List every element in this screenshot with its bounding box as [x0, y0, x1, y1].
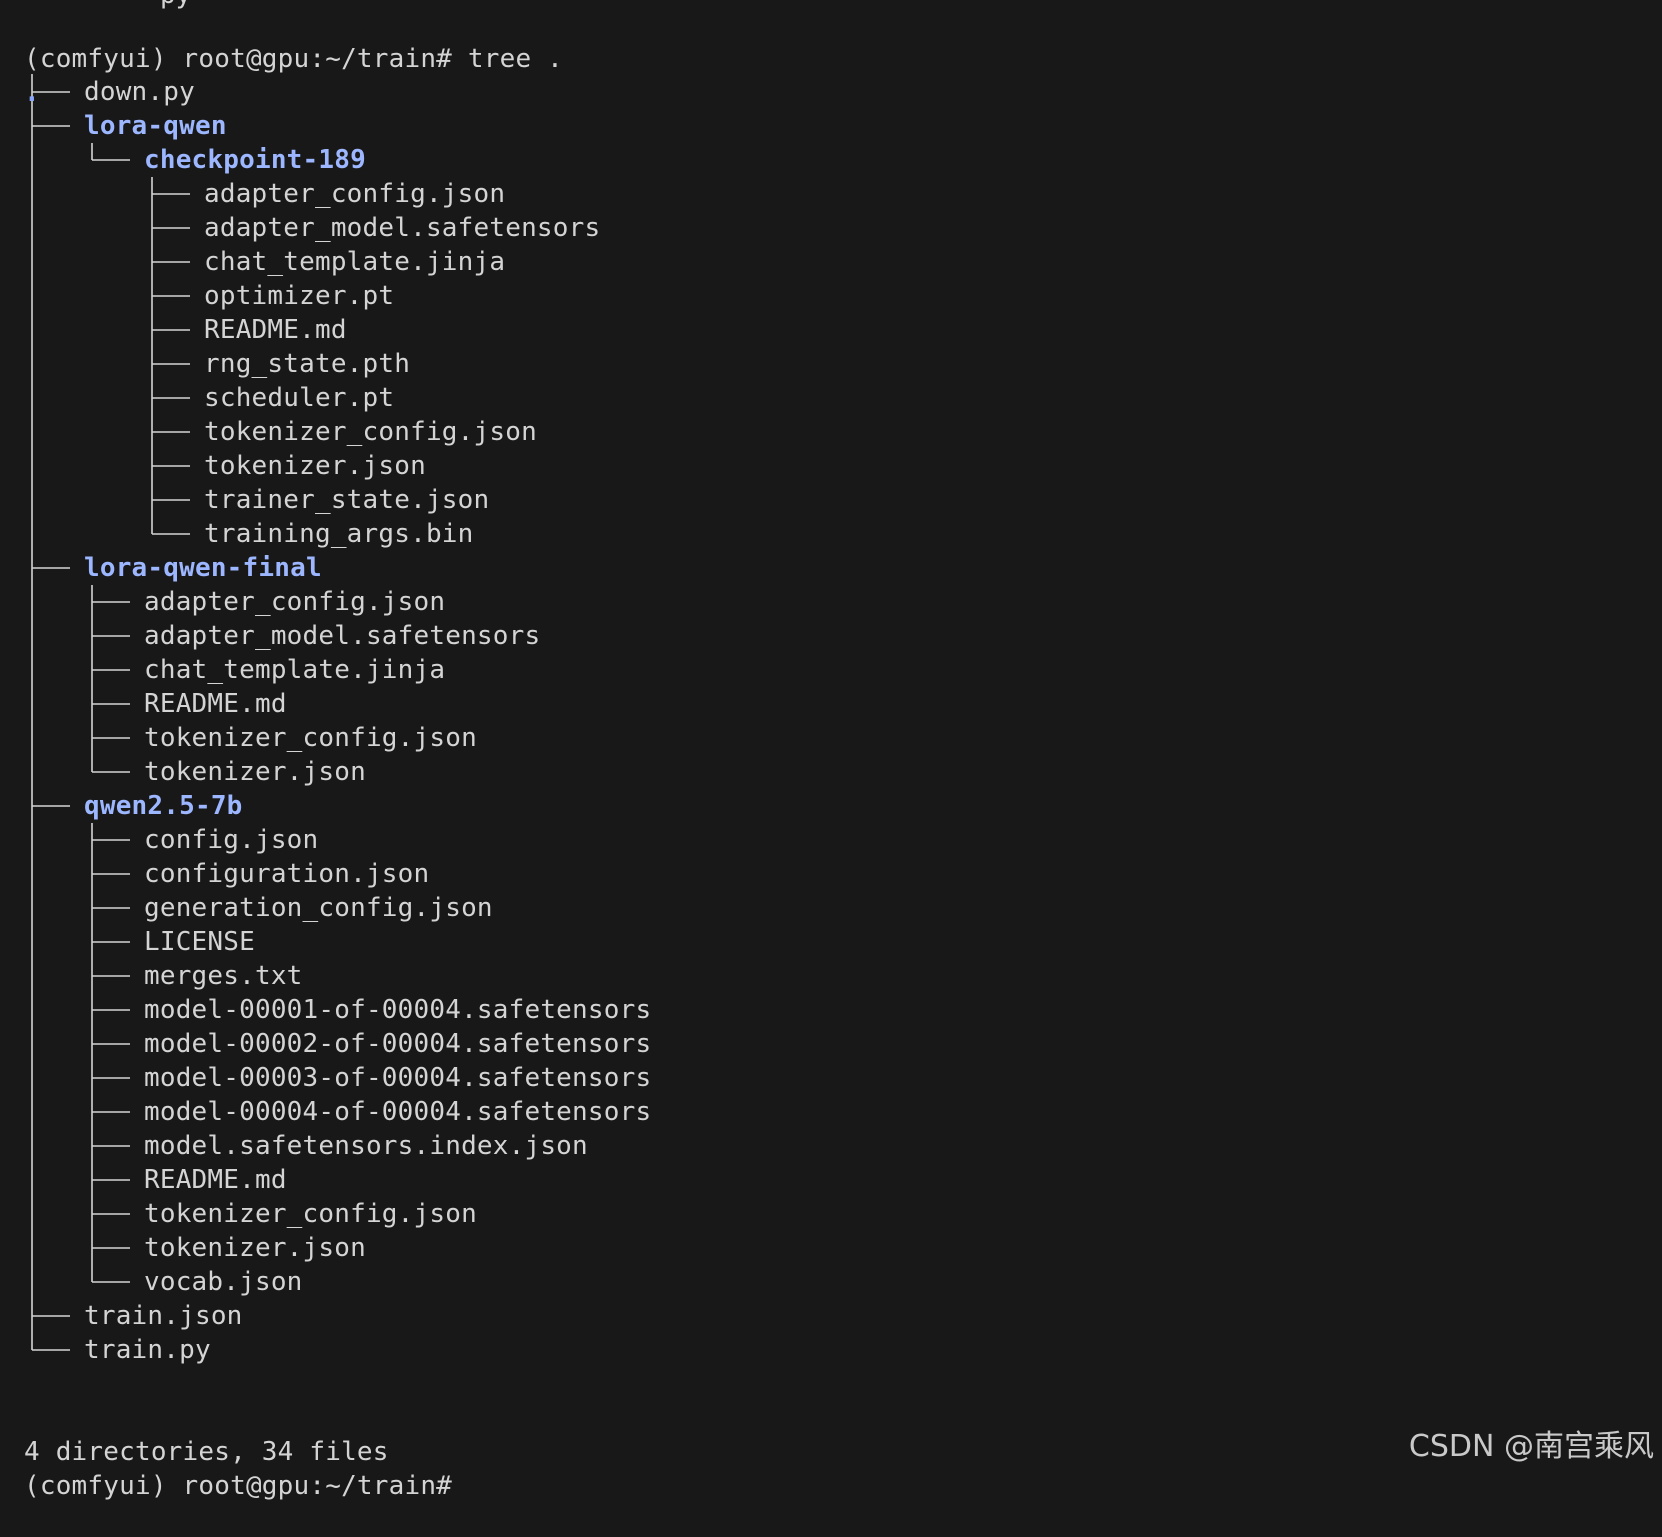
file-name: tokenizer_config.json: [204, 417, 537, 447]
file-name: optimizer.pt: [204, 281, 395, 311]
file-name: model-00002-of-00004.safetensors: [144, 1029, 652, 1059]
csdn-watermark: CSDN @南宫乘风: [1408, 1429, 1654, 1464]
directory-name: lora-qwen-final: [84, 553, 322, 583]
file-name: rng_state.pth: [204, 349, 411, 379]
file-name: adapter_config.json: [144, 587, 446, 617]
directory-name: qwen2.5-7b: [84, 791, 243, 821]
file-name: scheduler.pt: [204, 383, 395, 413]
file-name: training_args.bin: [204, 519, 474, 549]
file-name: tokenizer_config.json: [144, 723, 477, 753]
file-name: adapter_model.safetensors: [204, 213, 601, 243]
file-name: README.md: [144, 1165, 287, 1195]
directory-name: lora-qwen: [84, 111, 227, 141]
directory-name: checkpoint-189: [144, 145, 366, 175]
file-name: model.safetensors.index.json: [144, 1131, 588, 1161]
terminal-window[interactable]: py: [0, 0, 1662, 1501]
file-name: config.json: [144, 825, 319, 855]
file-name: generation_config.json: [144, 893, 493, 923]
final-prompt-line[interactable]: (comfyui) root@gpu:~/train#: [0, 1435, 452, 1501]
tree-root: .: [0, 42, 63, 108]
file-name: README.md: [144, 689, 287, 719]
file-name: tokenizer_config.json: [144, 1199, 477, 1229]
file-name: trainer_state.json: [204, 485, 490, 515]
file-name: down.py: [84, 77, 195, 107]
file-name: vocab.json: [144, 1267, 303, 1297]
previous-output-line: py: [160, 0, 191, 12]
command-line: (comfyui) root@gpu:~/train# tree .: [0, 8, 563, 74]
prompt-command: (comfyui) root@gpu:~/train# tree .: [24, 44, 564, 74]
shell-prompt[interactable]: (comfyui) root@gpu:~/train#: [24, 1469, 452, 1503]
file-name: tokenizer.json: [204, 451, 426, 481]
file-name: model-00003-of-00004.safetensors: [144, 1063, 652, 1093]
file-name: chat_template.jinja: [204, 247, 506, 277]
file-name: merges.txt: [144, 961, 303, 991]
file-name: README.md: [204, 315, 347, 345]
file-name: chat_template.jinja: [144, 655, 446, 685]
file-name: configuration.json: [144, 859, 430, 889]
file-name: adapter_config.json: [204, 179, 506, 209]
file-name: model-00004-of-00004.safetensors: [144, 1097, 652, 1127]
file-name: tokenizer.json: [144, 757, 366, 787]
root-dot: .: [24, 78, 40, 108]
file-name: model-00001-of-00004.safetensors: [144, 995, 652, 1025]
file-name: tokenizer.json: [144, 1233, 366, 1263]
file-name: train.py: [84, 1335, 211, 1365]
summary-line: 4 directories, 34 files: [0, 1401, 388, 1467]
file-name: train.json: [84, 1301, 243, 1331]
file-name: LICENSE: [144, 927, 255, 957]
file-name: adapter_model.safetensors: [144, 621, 541, 651]
tree-summary: 4 directories, 34 files: [24, 1437, 389, 1467]
